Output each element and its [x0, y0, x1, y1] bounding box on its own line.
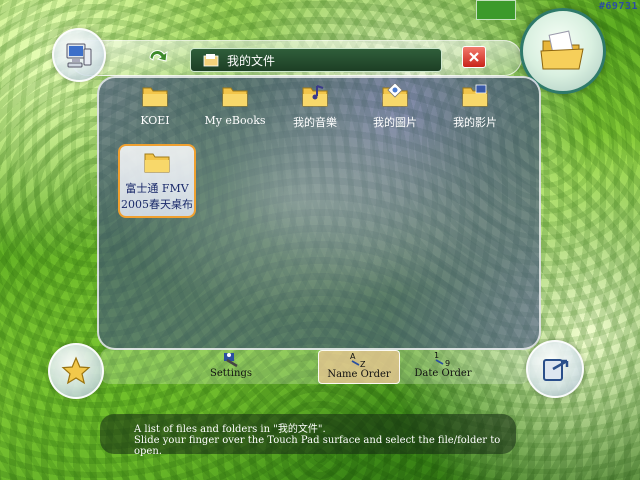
folder-label: 我的影片 — [453, 116, 497, 129]
folder-label: My eBooks — [204, 114, 266, 127]
watermark-text: #69731 — [598, 1, 638, 12]
settings-button[interactable]: Settings — [208, 350, 254, 382]
folder-icon — [222, 87, 248, 107]
pictures-folder-icon — [382, 84, 408, 107]
exit-button[interactable] — [526, 340, 584, 398]
folder-label: 富士通 FMV — [125, 182, 189, 195]
hint-line-1: A list of files and folders in "我的文件". — [134, 424, 326, 435]
svg-text:A: A — [350, 352, 356, 361]
svg-text:1: 1 — [434, 351, 439, 360]
close-button[interactable] — [462, 46, 486, 68]
hint-line-2: Slide your finger over the Touch Pad sur… — [134, 435, 501, 457]
name-order-button[interactable]: A Z Name Order — [318, 350, 400, 384]
settings-label: Settings — [210, 368, 252, 379]
my-computer-button[interactable] — [52, 28, 106, 82]
folder-icon — [144, 153, 170, 173]
folder-item[interactable]: KOEI — [115, 84, 195, 127]
help-hint-box: A list of files and folders in "我的文件". S… — [100, 414, 516, 457]
svg-text:9: 9 — [445, 359, 450, 368]
folder-icon — [142, 87, 168, 107]
folder-item[interactable]: 我的影片 — [435, 84, 515, 130]
folder-item[interactable]: 我的音樂 — [275, 84, 355, 130]
favorites-button[interactable] — [48, 343, 104, 399]
back-arrow-icon[interactable] — [146, 44, 170, 68]
folder-label: KOEI — [140, 114, 170, 127]
sort-date-icon: 1 9 — [434, 351, 450, 368]
folder-label: 2005春天桌布 — [121, 198, 193, 211]
window-title: 我的文件 — [227, 53, 276, 68]
name-order-label: Name Order — [327, 369, 391, 380]
window-title-bar: 我的文件 — [190, 48, 442, 72]
star-icon — [61, 356, 91, 385]
date-order-label: Date Order — [414, 368, 472, 379]
documents-icon — [203, 54, 219, 67]
settings-icon — [224, 353, 238, 368]
sort-az-icon: A Z — [350, 352, 366, 369]
top-green-tab — [476, 0, 516, 20]
music-folder-icon — [302, 85, 328, 107]
folder-item[interactable]: My eBooks — [195, 84, 275, 127]
folder-label: 我的音樂 — [293, 116, 337, 129]
exit-icon — [543, 359, 569, 381]
svg-text:Z: Z — [360, 360, 366, 369]
computer-icon — [66, 43, 92, 68]
video-folder-icon — [462, 84, 488, 107]
open-folder-icon — [540, 30, 584, 70]
folder-item[interactable]: 我的圖片 — [355, 84, 435, 130]
close-icon — [469, 52, 479, 62]
folder-item-selected[interactable]: 富士通 FMV 2005春天桌布 — [118, 144, 196, 218]
folder-label: 我的圖片 — [373, 116, 417, 129]
date-order-button[interactable]: 1 9 Date Order — [414, 350, 472, 382]
